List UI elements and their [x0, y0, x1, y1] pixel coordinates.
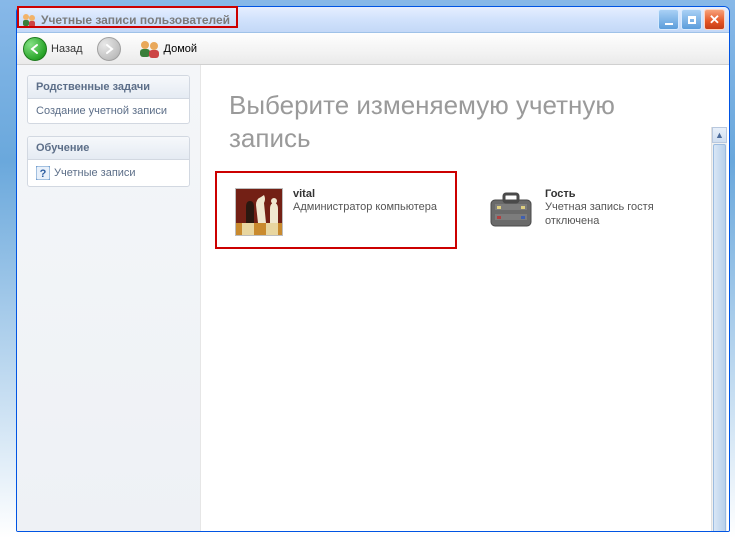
learn-accounts-link[interactable]: ? Учетные записи: [36, 166, 181, 180]
users-icon: [139, 40, 161, 58]
vertical-scrollbar[interactable]: ▲ ▼: [711, 127, 727, 531]
learn-header: Обучение: [28, 137, 189, 160]
sidebar: Родственные задачи Создание учетной запи…: [17, 65, 201, 531]
back-label[interactable]: Назад: [51, 43, 83, 55]
account-vital[interactable]: vital Администратор компьютера: [229, 182, 449, 242]
page-title: Выберите изменяемую учетную запись: [229, 89, 701, 154]
body-area: Родственные задачи Создание учетной запи…: [17, 65, 729, 531]
scroll-up-arrow[interactable]: ▲: [712, 127, 727, 143]
create-account-link[interactable]: Создание учетной записи: [36, 105, 181, 117]
back-button[interactable]: [23, 37, 47, 61]
account-name: vital: [293, 188, 437, 200]
account-text: Гость Учетная запись гостя отключена: [545, 188, 695, 236]
account-text: vital Администратор компьютера: [293, 188, 437, 236]
titlebar[interactable]: Учетные записи пользователей ✕: [17, 7, 729, 33]
content-area: Выберите изменяемую учетную запись: [201, 65, 729, 531]
avatar-suitcase-icon: [487, 192, 535, 230]
svg-text:?: ?: [40, 168, 47, 180]
toolbar: Назад Домой: [17, 33, 729, 65]
user-accounts-window: Учетные записи пользователей ✕ Назад Дом…: [16, 6, 730, 532]
avatar-chess-icon: [235, 188, 283, 236]
learn-panel: Обучение ? Учетные записи: [27, 136, 190, 187]
related-tasks-panel: Родственные задачи Создание учетной запи…: [27, 75, 190, 124]
account-desc: Администратор компьютера: [293, 200, 437, 214]
account-guest[interactable]: Гость Учетная запись гостя отключена: [481, 182, 701, 242]
help-icon: ?: [36, 166, 50, 180]
maximize-button[interactable]: [681, 9, 702, 30]
home-button[interactable]: Домой: [139, 40, 198, 58]
close-button[interactable]: ✕: [704, 9, 725, 30]
learn-accounts-label: Учетные записи: [54, 167, 136, 179]
scroll-thumb[interactable]: [713, 144, 726, 531]
accounts-row: vital Администратор компьютера: [229, 182, 701, 242]
account-desc: Учетная запись гостя отключена: [545, 200, 695, 229]
window-title: Учетные записи пользователей: [41, 13, 656, 27]
home-label: Домой: [164, 43, 198, 55]
users-app-icon: [21, 12, 37, 28]
forward-button[interactable]: [97, 37, 121, 61]
account-name: Гость: [545, 188, 695, 200]
related-tasks-header: Родственные задачи: [28, 76, 189, 99]
minimize-button[interactable]: [658, 9, 679, 30]
